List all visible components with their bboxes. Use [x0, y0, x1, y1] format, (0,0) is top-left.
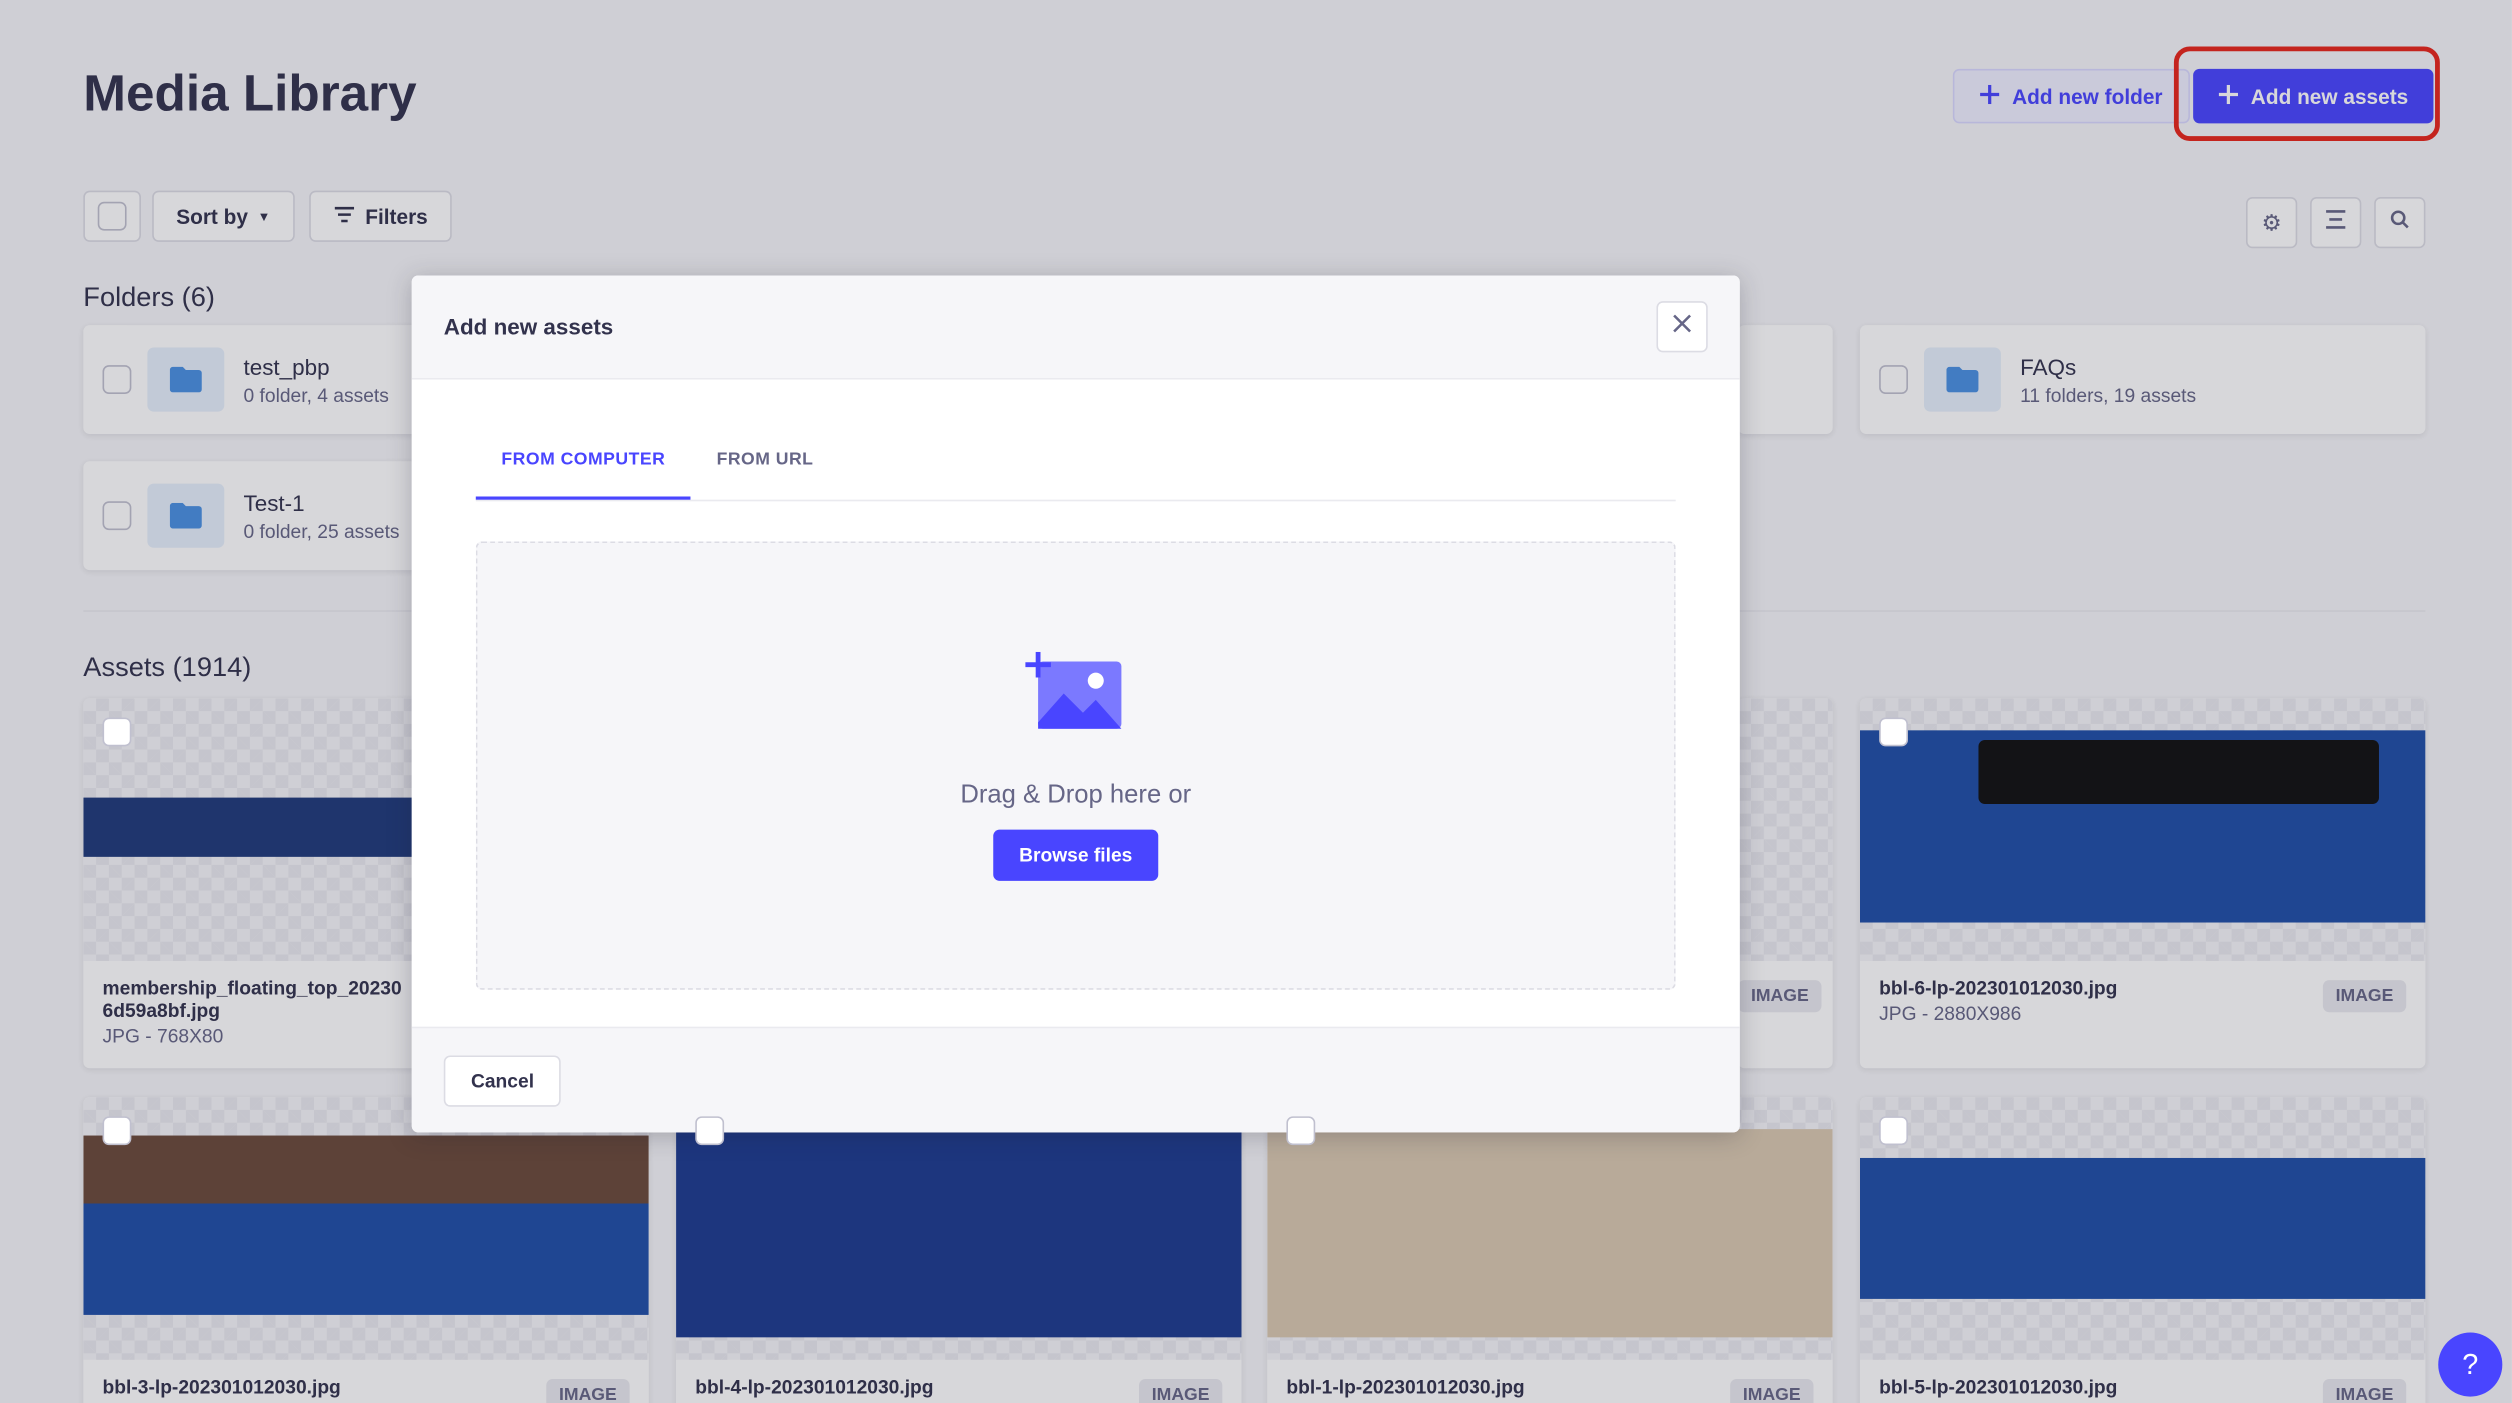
asset-checkbox[interactable]	[1879, 1116, 1908, 1146]
asset-checkbox[interactable]	[695, 1116, 725, 1146]
asset-checkbox[interactable]	[102, 1116, 132, 1146]
tab-from-computer[interactable]: FROM COMPUTER	[475, 431, 691, 500]
asset-checkbox[interactable]	[1879, 717, 1908, 747]
asset-checkbox[interactable]	[1286, 1116, 1316, 1146]
drag-drop-text: Drag & Drop here or	[960, 781, 1192, 809]
add-assets-dialog: Add new assets FROM COMPUTER FROM URL Dr…	[411, 275, 1740, 1133]
source-tabs: FROM COMPUTER FROM URL	[475, 431, 1676, 502]
browse-files-button[interactable]: Browse files	[993, 829, 1158, 881]
drop-zone[interactable]: Drag & Drop here or Browse files	[475, 541, 1676, 990]
add-image-icon	[1024, 651, 1127, 743]
close-button[interactable]	[1656, 301, 1708, 353]
help-button[interactable]: ?	[2438, 1332, 2503, 1397]
cancel-button[interactable]: Cancel	[443, 1054, 562, 1106]
help-icon: ?	[2462, 1347, 2479, 1380]
asset-checkbox[interactable]	[102, 717, 132, 747]
dialog-title: Add new assets	[443, 313, 614, 340]
tab-from-url[interactable]: FROM URL	[691, 431, 839, 500]
close-icon	[1672, 312, 1692, 341]
